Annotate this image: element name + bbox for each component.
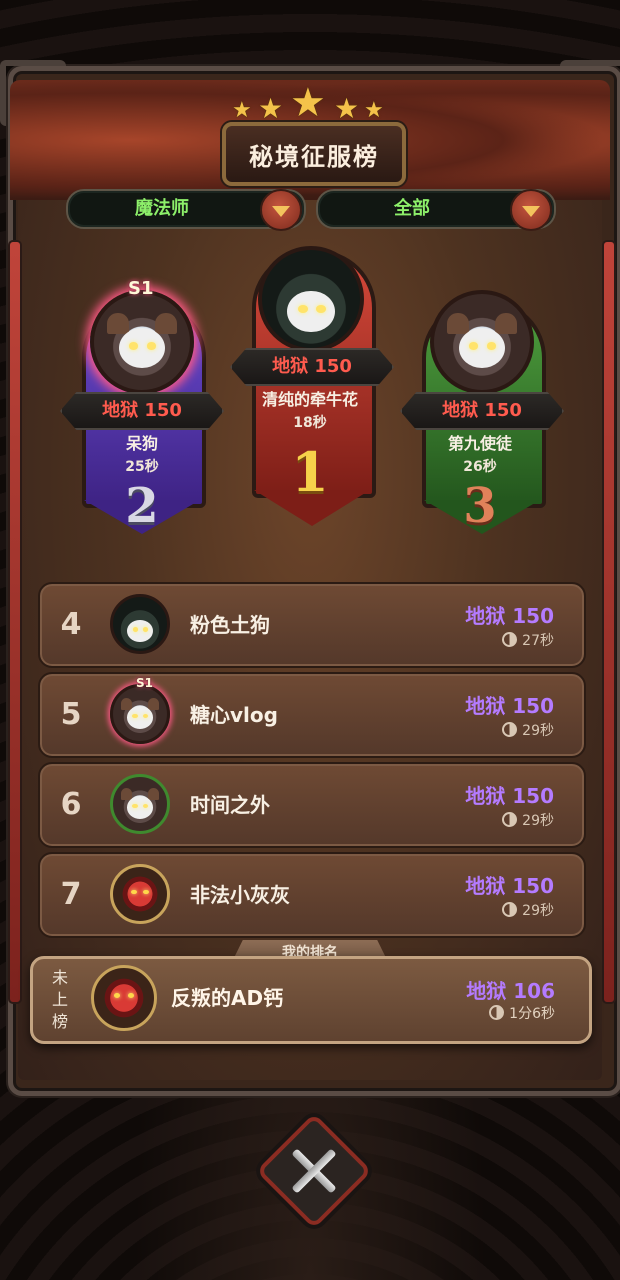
scope-filter-label: 全部 [394, 198, 430, 219]
podium-second-avatar[interactable] [90, 290, 194, 394]
podium-third-name: 第九使徒 [447, 434, 512, 453]
star-icon: ★ [364, 98, 384, 123]
list-item[interactable]: 7 非法小灰灰 地狱 150 29秒 [38, 852, 586, 938]
unranked-label: 未上榜 [51, 968, 68, 1031]
my-rank-row[interactable]: 未上榜 反叛的AD钙 地狱 106 1分6秒 [30, 956, 592, 1044]
list-item[interactable]: 4 粉色土狗 地狱 150 27秒 [38, 582, 586, 668]
list-item[interactable]: 5 S1 糖心vlog 地狱 150 29秒 [38, 672, 586, 758]
rank-number: 5 [60, 697, 82, 732]
podium-second-rank: 2 [125, 478, 159, 534]
page-title: 秘境征服榜 [222, 122, 406, 186]
clock-icon [502, 722, 518, 737]
podium-third-time: 26秒 [463, 459, 497, 475]
chevron-down-icon[interactable] [260, 189, 302, 231]
podium-second-name: 呆狗 [125, 434, 158, 453]
season-badge: S1 [136, 676, 153, 690]
rating-stars: ★ ★ ★ ★ ★ [230, 80, 390, 128]
left-rail [8, 240, 22, 1004]
player-name: 粉色土狗 [190, 613, 270, 637]
clock-icon [502, 812, 518, 827]
avatar[interactable] [110, 684, 170, 744]
score-label: 地狱 150 [465, 604, 554, 628]
scope-filter-dropdown[interactable]: 全部 [316, 189, 556, 231]
time-label: 27秒 [502, 630, 554, 650]
podium-first-score: 地狱 150 [230, 348, 394, 386]
player-name: 非法小灰灰 [190, 883, 290, 907]
season-badge: S1 [128, 278, 154, 299]
podium-first-avatar[interactable] [258, 246, 364, 352]
time-label: 29秒 [502, 720, 554, 740]
podium-first-name: 清纯的牵牛花 [261, 390, 358, 409]
time-label: 29秒 [502, 810, 554, 830]
corner-ornament [0, 60, 66, 126]
class-filter-label: 魔法师 [135, 198, 189, 219]
avatar[interactable] [110, 594, 170, 654]
score-label: 地狱 106 [466, 979, 555, 1003]
score-label: 地狱 150 [465, 874, 554, 898]
star-icon: ★ [290, 80, 326, 126]
podium-first-rank: 1 [291, 440, 329, 504]
class-filter-dropdown[interactable]: 魔法师 [66, 189, 306, 231]
player-name: 反叛的AD钙 [171, 986, 284, 1010]
podium-first-time: 18秒 [293, 415, 327, 431]
right-rail [602, 240, 616, 1004]
star-icon: ★ [258, 92, 284, 125]
score-label: 地狱 150 [465, 694, 554, 718]
clock-icon [502, 632, 518, 647]
rank-number: 4 [60, 607, 82, 642]
chevron-down-icon[interactable] [510, 189, 552, 231]
avatar[interactable] [110, 774, 170, 834]
clock-icon [502, 902, 518, 917]
corner-ornament [560, 60, 620, 126]
podium-second-score: 地狱 150 [60, 392, 224, 430]
time-label: 29秒 [502, 900, 554, 920]
player-name: 时间之外 [190, 793, 270, 817]
podium-third-rank: 3 [463, 478, 497, 534]
player-name: 糖心vlog [190, 703, 278, 727]
star-icon: ★ [232, 98, 252, 123]
avatar[interactable] [110, 864, 170, 924]
time-label: 1分6秒 [489, 1003, 555, 1023]
list-item[interactable]: 6 时间之外 地狱 150 29秒 [38, 762, 586, 848]
star-icon: ★ [334, 92, 360, 125]
rank-number: 7 [60, 877, 82, 912]
podium-third-score: 地狱 150 [400, 392, 564, 430]
podium-third-avatar[interactable] [430, 290, 534, 394]
score-label: 地狱 150 [465, 784, 554, 808]
rank-number: 6 [60, 787, 82, 822]
clock-icon [489, 1005, 505, 1020]
podium-second-time: 25秒 [125, 459, 159, 475]
avatar[interactable] [91, 965, 157, 1031]
